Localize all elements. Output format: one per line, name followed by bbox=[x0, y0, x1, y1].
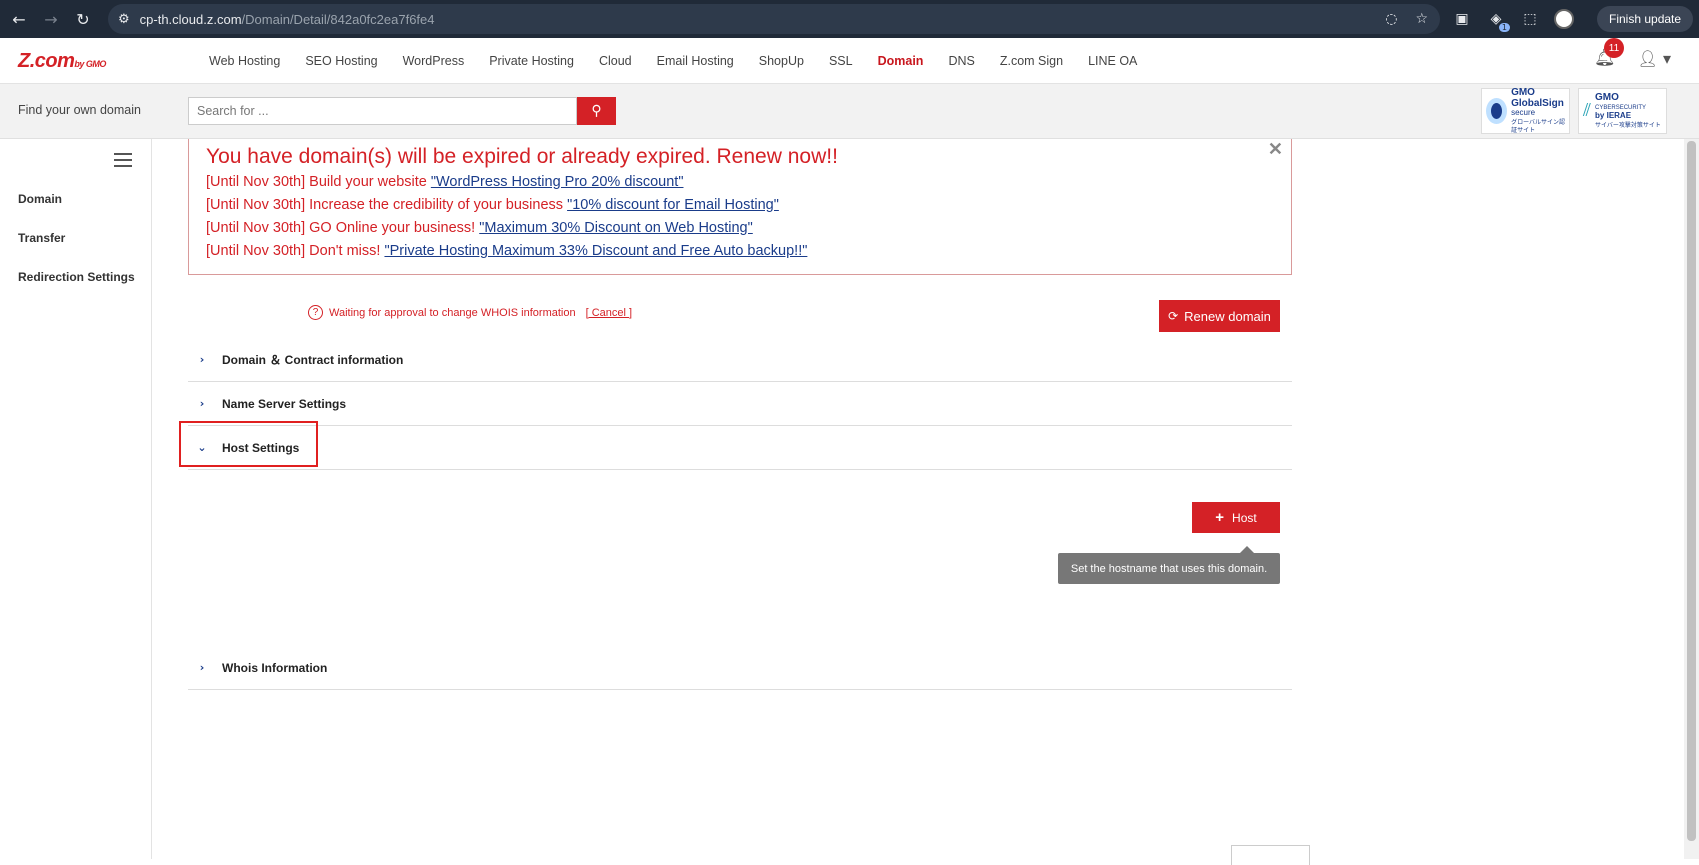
browser-toolbar: ← → ↻ ⚙ cp-th.cloud.z.com/Domain/Detail/… bbox=[0, 0, 1699, 38]
cyber-brand: GMO bbox=[1595, 92, 1619, 104]
promo-line: [Until Nov 30th] Don't miss! "Private Ho… bbox=[206, 243, 807, 259]
host-tooltip: Set the hostname that uses this domain. bbox=[1058, 553, 1280, 584]
promo-text: [Until Nov 30th] Increase the credibilit… bbox=[206, 197, 568, 213]
notification-badge: 11 bbox=[1603, 38, 1624, 58]
bookmark-star-icon[interactable]: ☆ bbox=[1415, 11, 1428, 27]
url-path: /Domain/Detail/842a0fc2ea7f6fe4 bbox=[241, 11, 435, 27]
section-name-server[interactable]: › Name Server Settings bbox=[188, 382, 1292, 426]
eye-off-icon[interactable]: ◌ bbox=[1385, 11, 1397, 27]
section-label: Whois Information bbox=[222, 660, 328, 675]
search-icon: ⚲ bbox=[591, 103, 602, 119]
cancel-link[interactable]: [ Cancel ] bbox=[586, 307, 632, 319]
back-icon[interactable]: ← bbox=[6, 6, 32, 32]
address-bar[interactable]: ⚙ cp-th.cloud.z.com/Domain/Detail/842a0f… bbox=[108, 4, 1440, 34]
section-domain-contract[interactable]: › Domain ＆ Contract information bbox=[188, 338, 1292, 382]
hamburger-menu-icon[interactable] bbox=[114, 153, 132, 171]
scroll-thumb[interactable] bbox=[1687, 141, 1696, 841]
site-info-icon[interactable]: ⚙ bbox=[118, 12, 130, 27]
nav-zcom-sign[interactable]: Z.com Sign bbox=[1000, 54, 1063, 68]
globalsign-brand: GMO bbox=[1511, 86, 1535, 98]
sidebar-item-domain[interactable]: Domain bbox=[18, 192, 62, 206]
nav-ssl[interactable]: SSL bbox=[829, 54, 853, 68]
question-icon: ? bbox=[308, 305, 323, 320]
chevron-right-icon: › bbox=[199, 661, 205, 674]
nav-wordpress[interactable]: WordPress bbox=[403, 54, 465, 68]
promo-text: [Until Nov 30th] GO Online your business… bbox=[206, 220, 480, 236]
sidebar-item-transfer[interactable]: Transfer bbox=[18, 231, 65, 245]
find-domain-label: Find your own domain bbox=[18, 103, 141, 117]
highlight-box bbox=[179, 421, 318, 467]
domain-search-bar: Find your own domain ⚲ GMOGlobalSignsecu… bbox=[0, 84, 1699, 139]
finish-update-button[interactable]: Finish update bbox=[1597, 6, 1694, 32]
nav-seo-hosting[interactable]: SEO Hosting bbox=[305, 54, 377, 68]
nav-cloud[interactable]: Cloud bbox=[599, 54, 632, 68]
cyber-by: by IERAE bbox=[1595, 111, 1632, 121]
whois-status: ? Waiting for approval to change WHOIS i… bbox=[308, 305, 632, 320]
partial-button[interactable] bbox=[1231, 845, 1310, 865]
extension-shield-icon[interactable]: ◈ 1 bbox=[1486, 9, 1510, 32]
promo-link-wordpress[interactable]: "WordPress Hosting Pro 20% discount" bbox=[431, 174, 684, 190]
globalsign-tag: secure bbox=[1511, 107, 1536, 117]
renewal-alert: You have domain(s) will be expired or al… bbox=[188, 139, 1292, 275]
nav-line-oa[interactable]: LINE OA bbox=[1088, 54, 1137, 68]
nav-private-hosting[interactable]: Private Hosting bbox=[489, 54, 574, 68]
top-navigation: Web Hosting SEO Hosting WordPress Privat… bbox=[209, 38, 1137, 84]
sidebar: Domain Transfer Redirection Settings bbox=[0, 139, 152, 859]
promo-text: [Until Nov 30th] Don't miss! bbox=[206, 243, 385, 259]
promo-link-private-hosting[interactable]: "Private Hosting Maximum 33% Discount an… bbox=[384, 243, 807, 259]
close-icon[interactable]: ✕ bbox=[1268, 139, 1283, 160]
renew-label: Renew domain bbox=[1184, 308, 1271, 324]
cyber-jp: サイバー攻撃対策サイト bbox=[1595, 122, 1661, 129]
domain-search-input[interactable] bbox=[188, 97, 577, 125]
notification-bell-icon[interactable]: 🔔︎ 11 bbox=[1594, 38, 1624, 68]
search-button[interactable]: ⚲ bbox=[577, 97, 616, 125]
chevron-right-icon: › bbox=[199, 353, 205, 366]
alert-title: You have domain(s) will be expired or al… bbox=[206, 145, 838, 168]
user-menu-icon[interactable]: 👤︎ ▾ bbox=[1638, 49, 1671, 68]
nav-email-hosting[interactable]: Email Hosting bbox=[657, 54, 734, 68]
profile-avatar-icon[interactable] bbox=[1554, 9, 1574, 29]
globalsign-seal[interactable]: GMO GlobalSign secure グローバルサイン認証サイト bbox=[1481, 86, 1570, 135]
extension-badge: 1 bbox=[1498, 23, 1510, 32]
logo-text: Z.com bbox=[18, 50, 75, 72]
renew-domain-button[interactable]: ⟳ Renew domain bbox=[1159, 300, 1280, 332]
ierae-logo-icon: ⫽ bbox=[1583, 100, 1592, 122]
section-host-settings[interactable]: ⌄ Host Settings bbox=[188, 426, 1292, 470]
tooltip-arrow bbox=[1240, 546, 1254, 553]
forward-icon[interactable]: → bbox=[38, 6, 64, 32]
promo-link-email[interactable]: "10% discount for Email Hosting" bbox=[567, 197, 779, 213]
globalsign-jp: グローバルサイン認証サイト bbox=[1511, 119, 1566, 135]
zcom-logo[interactable]: Z.comby GMO bbox=[18, 50, 106, 73]
promo-line: [Until Nov 30th] GO Online your business… bbox=[206, 220, 753, 236]
promo-line: [Until Nov 30th] Increase the credibilit… bbox=[206, 197, 779, 213]
reload-icon[interactable]: ↻ bbox=[70, 6, 96, 32]
sidebar-item-redirection-settings[interactable]: Redirection Settings bbox=[18, 270, 135, 284]
promo-link-web-hosting[interactable]: "Maximum 30% Discount on Web Hosting" bbox=[479, 220, 753, 236]
promo-line: [Until Nov 30th] Build your website "Wor… bbox=[206, 174, 683, 190]
section-label: Name Server Settings bbox=[222, 396, 347, 411]
host-label: Host bbox=[1232, 510, 1257, 525]
logo-sub: by GMO bbox=[74, 59, 106, 69]
scrollbar[interactable] bbox=[1684, 139, 1699, 859]
promo-text: [Until Nov 30th] Build your website bbox=[206, 174, 431, 190]
status-text: Waiting for approval to change WHOIS inf… bbox=[329, 306, 576, 319]
section-whois[interactable]: › Whois Information bbox=[188, 646, 1292, 690]
add-host-button[interactable]: + Host bbox=[1192, 502, 1280, 533]
globalsign-eye-icon bbox=[1486, 98, 1508, 124]
cybersecurity-seal[interactable]: ⫽ GMO CYBERSECURITY by IERAE サイバー攻撃対策サイト bbox=[1578, 88, 1667, 134]
url-host: cp-th.cloud.z.com bbox=[139, 11, 242, 27]
site-header: Z.comby GMO Web Hosting SEO Hosting Word… bbox=[0, 38, 1699, 84]
chevron-right-icon: › bbox=[199, 397, 205, 410]
url-text[interactable]: cp-th.cloud.z.com/Domain/Detail/842a0fc2… bbox=[140, 12, 435, 27]
section-label: Domain ＆ Contract information bbox=[222, 353, 404, 367]
renew-icon: ⟳ bbox=[1168, 309, 1179, 323]
translate-icon[interactable]: ▣ bbox=[1452, 9, 1472, 29]
extensions-puzzle-icon[interactable]: ⬚ bbox=[1520, 9, 1540, 29]
nav-web-hosting[interactable]: Web Hosting bbox=[209, 54, 280, 68]
nav-dns[interactable]: DNS bbox=[948, 54, 974, 68]
nav-domain[interactable]: Domain bbox=[878, 54, 924, 68]
nav-shopup[interactable]: ShopUp bbox=[759, 54, 804, 68]
plus-icon: + bbox=[1215, 509, 1225, 526]
